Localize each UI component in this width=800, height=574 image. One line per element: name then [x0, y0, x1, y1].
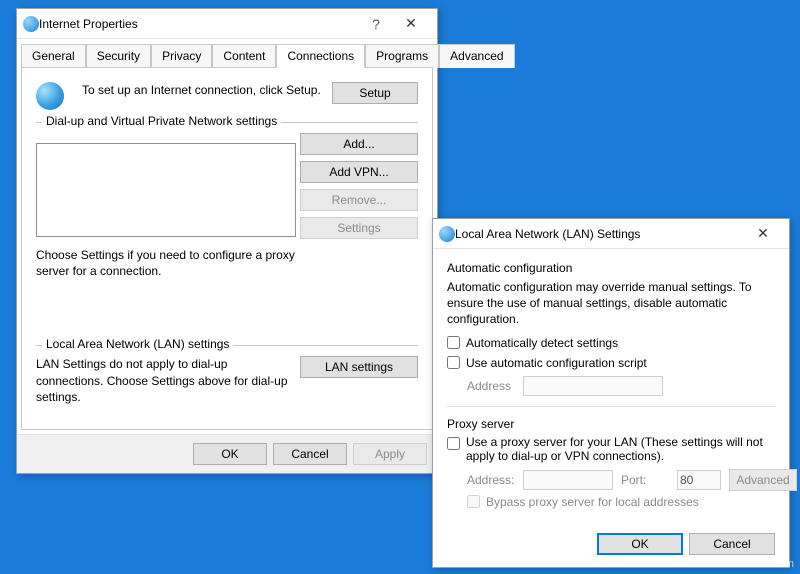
tab-connections[interactable]: Connections	[276, 44, 365, 68]
add-button[interactable]: Add...	[300, 133, 418, 155]
tabs: General Security Privacy Content Connect…	[17, 39, 437, 67]
window-title: Internet Properties	[39, 17, 361, 31]
add-vpn-button[interactable]: Add VPN...	[300, 161, 418, 183]
tab-content[interactable]: Content	[212, 44, 276, 68]
proxy-address-label: Address:	[467, 473, 515, 487]
window-title: Local Area Network (LAN) Settings	[455, 227, 743, 241]
script-address-label: Address	[467, 379, 515, 393]
ok-button[interactable]: OK	[193, 443, 267, 465]
proxy-address-input	[523, 470, 613, 490]
use-proxy-checkbox[interactable]	[447, 437, 460, 450]
bypass-local-checkbox	[467, 495, 480, 508]
dialup-list[interactable]	[36, 143, 296, 237]
dialup-group: Dial-up and Virtual Private Network sett…	[36, 122, 418, 279]
proxy-port-input	[677, 470, 721, 490]
auto-config-desc: Automatic configuration may override man…	[447, 279, 775, 328]
auto-detect-label: Automatically detect settings	[466, 336, 618, 350]
titlebar[interactable]: Internet Properties ? ✕	[17, 9, 437, 39]
tab-advanced[interactable]: Advanced	[439, 44, 514, 68]
close-icon[interactable]: ✕	[743, 225, 783, 242]
help-icon[interactable]: ?	[361, 16, 391, 32]
proxy-port-label: Port:	[621, 473, 669, 487]
cancel-button[interactable]: Cancel	[689, 533, 775, 555]
globe-icon	[23, 16, 39, 32]
dialup-hint: Choose Settings if you need to configure…	[36, 247, 296, 279]
lan-settings-dialog: Local Area Network (LAN) Settings ✕ Auto…	[432, 218, 790, 568]
separator	[447, 406, 775, 407]
auto-script-checkbox[interactable]	[447, 356, 460, 369]
tab-security[interactable]: Security	[86, 44, 151, 68]
apply-button: Apply	[353, 443, 427, 465]
cancel-button[interactable]: Cancel	[273, 443, 347, 465]
use-proxy-label: Use a proxy server for your LAN (These s…	[466, 435, 775, 463]
lan-settings-button[interactable]: LAN settings	[300, 356, 418, 378]
connections-panel: To set up an Internet connection, click …	[21, 67, 433, 430]
auto-detect-checkbox[interactable]	[447, 336, 460, 349]
dialog2-buttons: OK Cancel	[433, 523, 789, 567]
internet-properties-dialog: Internet Properties ? ✕ General Security…	[16, 8, 438, 474]
remove-button: Remove...	[300, 189, 418, 211]
setup-button[interactable]: Setup	[332, 82, 418, 104]
lan-group-label: Local Area Network (LAN) settings	[42, 337, 233, 351]
titlebar[interactable]: Local Area Network (LAN) Settings ✕	[433, 219, 789, 249]
settings-button: Settings	[300, 217, 418, 239]
proxy-title: Proxy server	[447, 417, 775, 431]
dialog1-buttons: OK Cancel Apply	[17, 434, 437, 473]
lan-text: LAN Settings do not apply to dial-up con…	[36, 356, 290, 405]
tab-programs[interactable]: Programs	[365, 44, 439, 68]
connection-globe-icon	[36, 82, 64, 110]
bypass-local-label: Bypass proxy server for local addresses	[486, 495, 699, 509]
watermark: wsxdn.com	[739, 558, 794, 570]
auto-config-title: Automatic configuration	[447, 261, 775, 275]
auto-script-label: Use automatic configuration script	[466, 356, 647, 370]
globe-icon	[439, 226, 455, 242]
lan-group: Local Area Network (LAN) settings LAN Se…	[36, 345, 418, 405]
ok-button[interactable]: OK	[597, 533, 683, 555]
advanced-button: Advanced	[729, 469, 797, 491]
setup-text: To set up an Internet connection, click …	[82, 82, 322, 98]
tab-privacy[interactable]: Privacy	[151, 44, 212, 68]
tab-general[interactable]: General	[21, 44, 86, 68]
dialup-group-label: Dial-up and Virtual Private Network sett…	[42, 114, 281, 128]
close-icon[interactable]: ✕	[391, 15, 431, 32]
script-address-input	[523, 376, 663, 396]
